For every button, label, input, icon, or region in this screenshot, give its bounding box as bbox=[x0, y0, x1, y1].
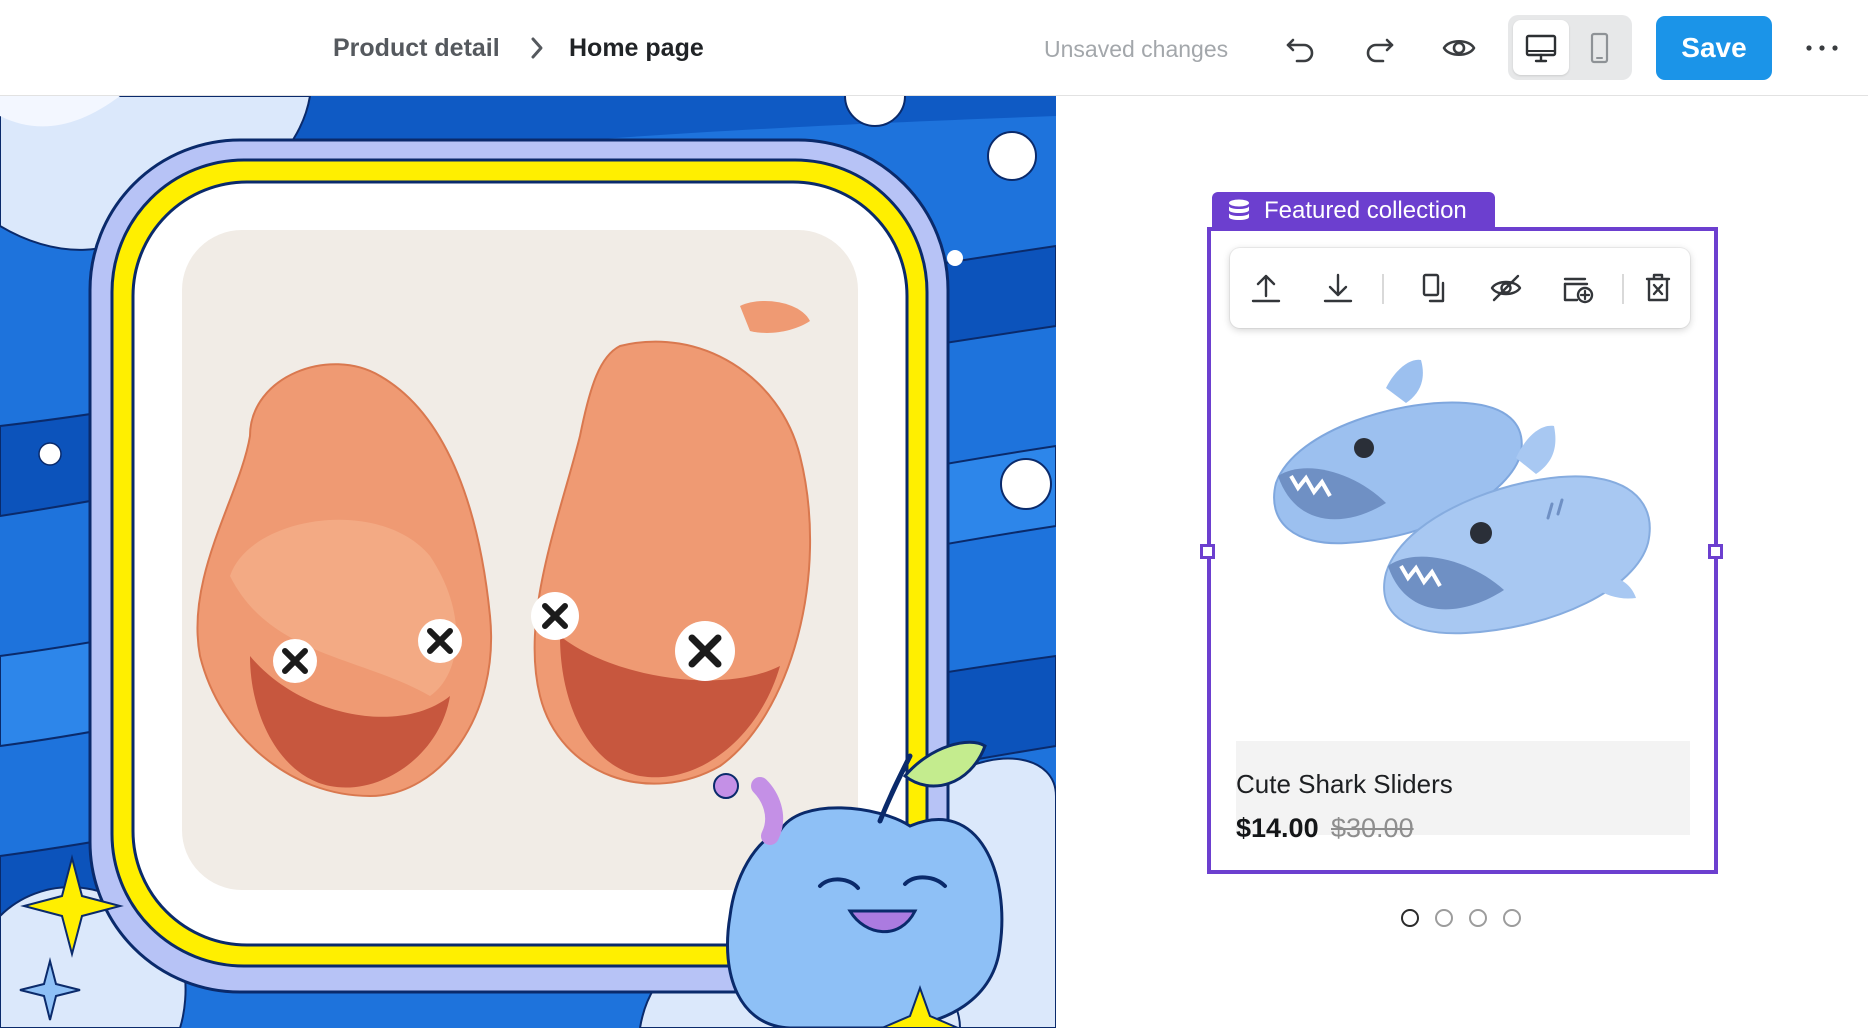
product-image[interactable] bbox=[1236, 328, 1690, 741]
product-title[interactable]: Cute Shark Sliders bbox=[1236, 768, 1453, 800]
device-toggle bbox=[1508, 15, 1632, 80]
desktop-view-button[interactable] bbox=[1513, 20, 1569, 75]
mobile-icon bbox=[1590, 32, 1609, 63]
resize-handle-left[interactable] bbox=[1200, 544, 1215, 559]
section-label-text: Featured collection bbox=[1264, 197, 1467, 224]
database-icon bbox=[1229, 199, 1249, 220]
hide-icon bbox=[1490, 274, 1522, 302]
undo-button[interactable] bbox=[1279, 26, 1323, 70]
breadcrumb-product-detail[interactable]: Product detail bbox=[333, 30, 500, 66]
delete-button[interactable] bbox=[1636, 266, 1680, 310]
move-up-icon bbox=[1251, 274, 1281, 303]
carousel-pagination bbox=[1401, 909, 1531, 931]
carousel-dot-1[interactable] bbox=[1401, 909, 1419, 927]
more-horizontal-icon bbox=[1806, 45, 1838, 51]
product-price: $14.00 bbox=[1236, 813, 1319, 843]
toolbar-divider bbox=[1622, 274, 1624, 304]
desktop-icon bbox=[1525, 34, 1557, 62]
shark-slider-illustration bbox=[1236, 328, 1690, 741]
product-compare-price: $30.00 bbox=[1331, 813, 1414, 843]
redo-icon bbox=[1366, 38, 1394, 63]
hero-illustration bbox=[0, 96, 1056, 1028]
section-label-featured-collection[interactable]: Featured collection bbox=[1212, 192, 1495, 230]
move-up-button[interactable] bbox=[1244, 266, 1288, 310]
resize-handle-right[interactable] bbox=[1708, 544, 1723, 559]
more-options-button[interactable] bbox=[1798, 26, 1846, 70]
editor-canvas: Featured collection Cute Shark Sliders $… bbox=[0, 96, 1868, 1028]
carousel-dot-2[interactable] bbox=[1435, 909, 1453, 927]
carousel-dot-3[interactable] bbox=[1469, 909, 1487, 927]
chevron-right-icon bbox=[531, 37, 543, 59]
unsaved-status: Unsaved changes bbox=[1044, 36, 1229, 62]
delete-icon bbox=[1645, 273, 1671, 302]
undo-icon bbox=[1286, 38, 1314, 63]
hero-banner-image[interactable] bbox=[0, 96, 1056, 1028]
mobile-view-button[interactable] bbox=[1571, 20, 1627, 75]
preview-button[interactable] bbox=[1437, 26, 1481, 70]
hide-button[interactable] bbox=[1484, 266, 1528, 310]
carousel-dot-4[interactable] bbox=[1503, 909, 1521, 927]
breadcrumb-home-page[interactable]: Home page bbox=[569, 30, 704, 66]
toolbar-divider bbox=[1382, 274, 1384, 304]
save-button[interactable]: Save bbox=[1656, 16, 1772, 80]
product-card[interactable]: Cute Shark Sliders $14.00 $30.00 bbox=[1236, 328, 1690, 843]
section-toolbar bbox=[1230, 248, 1690, 328]
duplicate-button[interactable] bbox=[1412, 266, 1456, 310]
eye-icon bbox=[1442, 39, 1476, 57]
add-section-button[interactable] bbox=[1556, 266, 1600, 310]
move-down-icon bbox=[1323, 273, 1353, 303]
move-down-button[interactable] bbox=[1316, 266, 1360, 310]
add-section-icon bbox=[1563, 277, 1594, 304]
duplicate-icon bbox=[1422, 273, 1445, 303]
redo-button[interactable] bbox=[1357, 26, 1401, 70]
editor-top-bar: Product detail Home page Unsaved changes bbox=[0, 0, 1868, 96]
